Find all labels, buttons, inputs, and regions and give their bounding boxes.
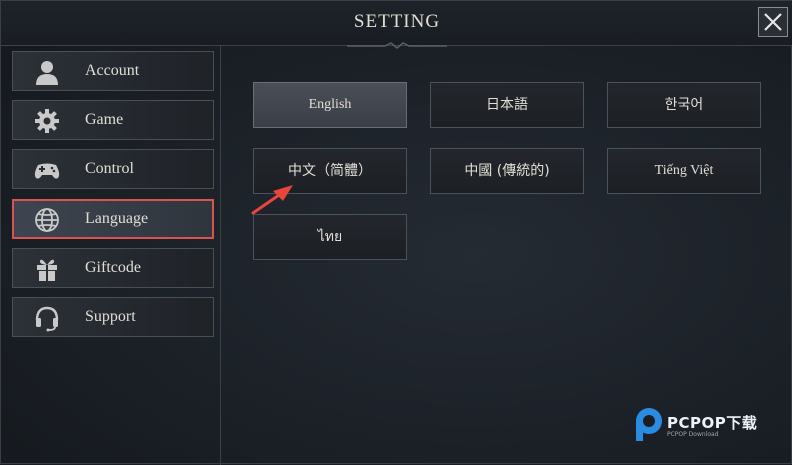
gamepad-icon: [34, 163, 60, 179]
sidebar-item-giftcode[interactable]: Giftcode: [12, 248, 214, 288]
window-title: SETTING: [353, 11, 441, 32]
watermark-text: PCPOP下载: [667, 414, 758, 432]
sidebar-item-label: Control: [85, 160, 134, 177]
headset-icon: [35, 306, 59, 332]
sidebar-item-label: Giftcode: [85, 259, 141, 276]
settings-window: SETTING Account Game Control Language Gi…: [0, 0, 792, 465]
title-bar: SETTING: [1, 1, 792, 49]
sidebar-item-control[interactable]: Control: [12, 149, 214, 189]
gear-icon: [35, 109, 59, 133]
language-option-korean[interactable]: 한국어: [607, 82, 761, 128]
title-ornament-icon: [347, 42, 447, 49]
sidebar-item-game[interactable]: Game: [12, 100, 214, 140]
watermark-subtext: PCPOP Download: [667, 431, 719, 438]
sidebar-item-label: Support: [85, 308, 136, 325]
close-button[interactable]: [758, 7, 788, 37]
sidebar-item-label: Account: [85, 62, 140, 79]
watermark-logo-icon: [636, 408, 662, 441]
language-option-thai[interactable]: ไทย: [253, 214, 407, 260]
gift-icon: [37, 259, 57, 281]
language-option-english[interactable]: English: [253, 82, 407, 128]
sidebar-item-language[interactable]: Language: [12, 199, 214, 239]
sidebar-item-label: Language: [85, 210, 149, 227]
sidebar-item-support[interactable]: Support: [12, 297, 214, 337]
sidebar-item-account[interactable]: Account: [12, 51, 214, 91]
sidebar: Account Game Control Language Giftcode S…: [1, 46, 221, 465]
globe-icon: [35, 208, 59, 232]
close-icon: [764, 13, 782, 31]
language-option-japanese[interactable]: 日本語: [430, 82, 584, 128]
language-option-vietnamese[interactable]: Tiếng Việt: [607, 148, 761, 194]
annotation-arrow-icon: [251, 185, 293, 215]
sidebar-item-label: Game: [85, 111, 124, 128]
language-option-chinese-traditional[interactable]: 中國 (傳統的): [430, 148, 584, 194]
user-icon: [36, 61, 58, 85]
